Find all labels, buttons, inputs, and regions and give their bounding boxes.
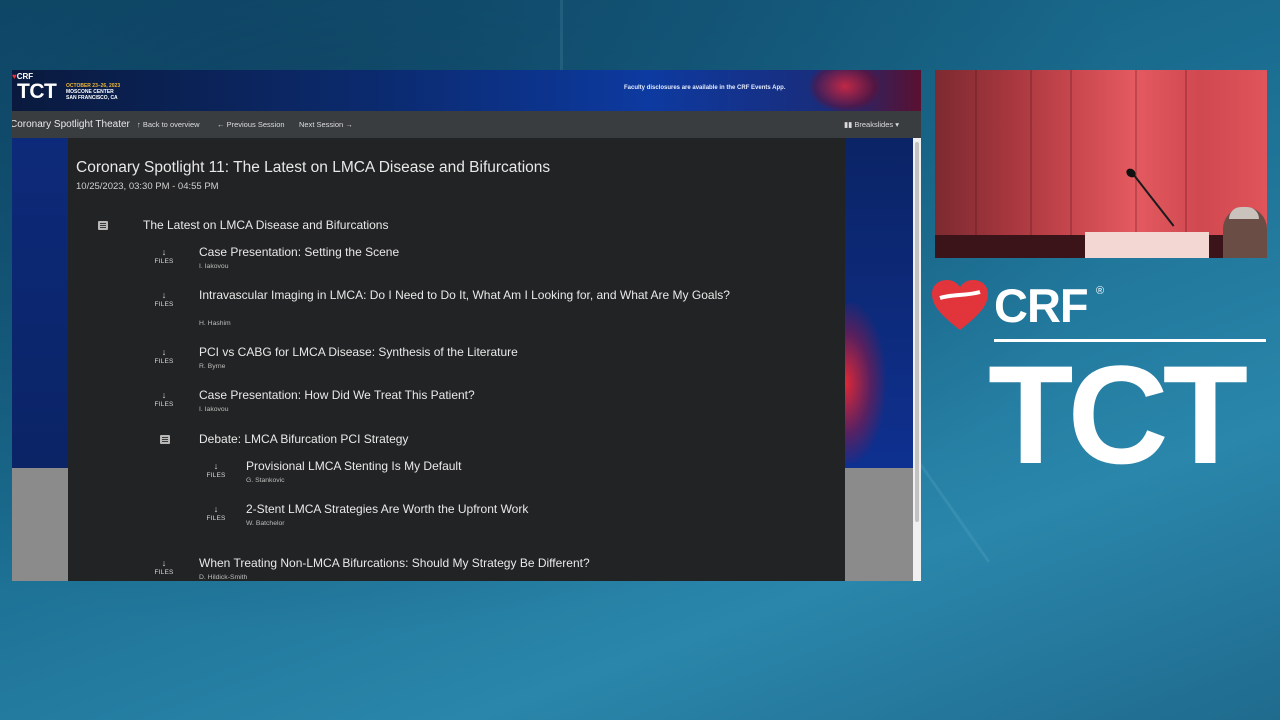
up-arrow-icon: ↑ <box>137 120 141 129</box>
next-session-link[interactable]: Next Session → <box>299 120 353 129</box>
curtain-fold <box>1030 70 1032 258</box>
talk-title[interactable]: Intravascular Imaging in LMCA: Do I Need… <box>199 288 739 302</box>
podium <box>1085 232 1209 258</box>
event-banner: ♥CRF TCT OCTOBER 23–26, 2023 MOSCONE CEN… <box>12 70 921 111</box>
caret-down-icon: ▾ <box>895 120 899 129</box>
files-download-button[interactable]: ↓ FILES <box>151 348 177 366</box>
back-to-overview-link[interactable]: ↑ Back to overview <box>137 120 200 129</box>
background-bridge-cable <box>560 0 563 70</box>
crf-logo-text: CRF <box>994 279 1089 332</box>
talk-title[interactable]: 2-Stent LMCA Strategies Are Worth the Up… <box>246 502 726 516</box>
breakslides-label: Breakslides <box>854 120 894 129</box>
left-arrow-icon: ← <box>217 120 225 129</box>
session-navbar: Coronary Spotlight Theater ↑ Back to ove… <box>12 111 921 138</box>
download-arrow-icon: ↓ <box>213 461 219 471</box>
files-download-button[interactable]: ↓ FILES <box>203 505 229 523</box>
heart-glow <box>845 303 885 463</box>
session-title: Coronary Spotlight 11: The Latest on LMC… <box>76 159 551 176</box>
files-label: FILES <box>206 515 226 522</box>
files-label: FILES <box>154 301 174 308</box>
speaker-hair <box>1229 207 1259 219</box>
microphone-stem <box>1131 171 1175 227</box>
previous-session-label: Previous Session <box>226 120 285 129</box>
session-content: Coronary Spotlight 11: The Latest on LMC… <box>68 138 845 581</box>
files-download-button[interactable]: ↓ FILES <box>151 391 177 409</box>
document-icon <box>98 221 108 230</box>
left-artwork <box>12 138 68 468</box>
files-download-button[interactable]: ↓ FILES <box>151 248 177 266</box>
files-download-button[interactable]: ↓ FILES <box>203 462 229 480</box>
talk-speaker: W. Batchelor <box>246 520 285 527</box>
banner-heart-graphic <box>810 70 880 111</box>
files-label: FILES <box>206 472 226 479</box>
curtain-fold <box>1070 70 1072 258</box>
download-arrow-icon: ↓ <box>161 347 167 357</box>
right-artwork <box>845 138 913 468</box>
speaker-camera-feed <box>935 70 1267 258</box>
banner-event-info: OCTOBER 23–26, 2023 MOSCONE CENTER SAN F… <box>66 83 120 101</box>
group-title: The Latest on LMCA Disease and Bifurcati… <box>143 218 389 232</box>
files-label: FILES <box>154 401 174 408</box>
talk-title[interactable]: Case Presentation: How Did We Treat This… <box>199 388 739 402</box>
registered-mark: ® <box>1096 285 1105 297</box>
nav-theater-title: Coronary Spotlight Theater <box>12 119 130 130</box>
download-arrow-icon: ↓ <box>161 390 167 400</box>
tct-logo-text: TCT <box>988 336 1248 493</box>
banner-event-city: SAN FRANCISCO, CA <box>66 95 118 101</box>
talk-title[interactable]: When Treating Non-LMCA Bifurcations: Sho… <box>199 556 739 570</box>
previous-session-link[interactable]: ← Previous Session <box>217 120 285 129</box>
talk-title[interactable]: PCI vs CABG for LMCA Disease: Synthesis … <box>199 345 739 359</box>
curtain-fold <box>1135 70 1137 258</box>
right-arrow-icon: → <box>345 120 353 129</box>
back-to-overview-label: Back to overview <box>142 120 200 129</box>
download-arrow-icon: ↓ <box>161 247 167 257</box>
talk-speaker: H. Hashim <box>199 320 231 327</box>
curtain-fold <box>1185 70 1187 258</box>
document-icon <box>160 435 170 444</box>
session-time: 10/25/2023, 03:30 PM - 04:55 PM <box>76 181 219 192</box>
breakslides-dropdown[interactable]: ▮▮ Breakslides ▾ <box>844 120 899 129</box>
debate-title: Debate: LMCA Bifurcation PCI Strategy <box>199 432 409 446</box>
talk-speaker: R. Byrne <box>199 363 226 370</box>
curtain-fold <box>975 70 977 258</box>
download-arrow-icon: ↓ <box>213 504 219 514</box>
talk-speaker: G. Stankovic <box>246 477 285 484</box>
files-download-button[interactable]: ↓ FILES <box>151 291 177 309</box>
files-download-button[interactable]: ↓ FILES <box>151 559 177 577</box>
scrollbar-thumb[interactable] <box>915 142 919 522</box>
talk-title[interactable]: Case Presentation: Setting the Scene <box>199 245 739 259</box>
shared-screen: ♥CRF TCT OCTOBER 23–26, 2023 MOSCONE CEN… <box>12 70 921 581</box>
download-arrow-icon: ↓ <box>161 290 167 300</box>
files-label: FILES <box>154 358 174 365</box>
next-session-label: Next Session <box>299 120 344 129</box>
banner-disclosure-notice: Faculty disclosures are available in the… <box>624 85 786 91</box>
talk-speaker: I. Iakovou <box>199 406 229 413</box>
files-label: FILES <box>154 569 174 576</box>
talk-speaker: D. Hildick-Smith <box>199 574 248 581</box>
crf-heart-logo-icon <box>932 280 988 330</box>
talk-title[interactable]: Provisional LMCA Stenting Is My Default <box>246 459 726 473</box>
download-arrow-icon: ↓ <box>161 558 167 568</box>
page-scrollbar[interactable] <box>913 138 921 581</box>
columns-icon: ▮▮ <box>844 120 853 129</box>
files-label: FILES <box>154 258 174 265</box>
talk-speaker: I. Iakovou <box>199 263 229 270</box>
banner-tct-logo: TCT <box>17 80 57 103</box>
